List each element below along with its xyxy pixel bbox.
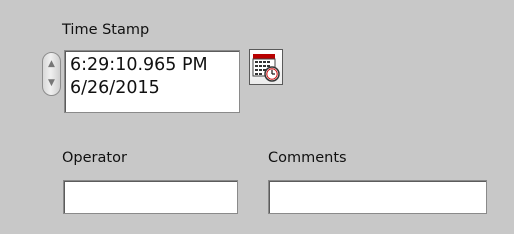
decrement-arrow-icon[interactable]: ▼ [43, 73, 60, 94]
calendar-clock-icon [252, 54, 280, 82]
timestamp-increment-decrement[interactable]: ▲ ▼ [42, 52, 61, 96]
timestamp-browse-button[interactable] [249, 49, 283, 85]
comments-field[interactable] [268, 180, 487, 214]
front-panel: Time Stamp ▲ ▼ 6:29:10.965 PM 6/26/2015 … [0, 0, 514, 234]
increment-arrow-icon[interactable]: ▲ [43, 54, 60, 75]
timestamp-time: 6:29:10.965 PM [70, 55, 208, 75]
comments-label: Comments [268, 150, 347, 166]
operator-label: Operator [62, 150, 127, 166]
timestamp-display[interactable]: 6:29:10.965 PM 6/26/2015 [64, 50, 240, 113]
operator-field[interactable] [63, 180, 238, 214]
timestamp-date: 6/26/2015 [70, 78, 160, 98]
timestamp-label: Time Stamp [62, 22, 150, 38]
